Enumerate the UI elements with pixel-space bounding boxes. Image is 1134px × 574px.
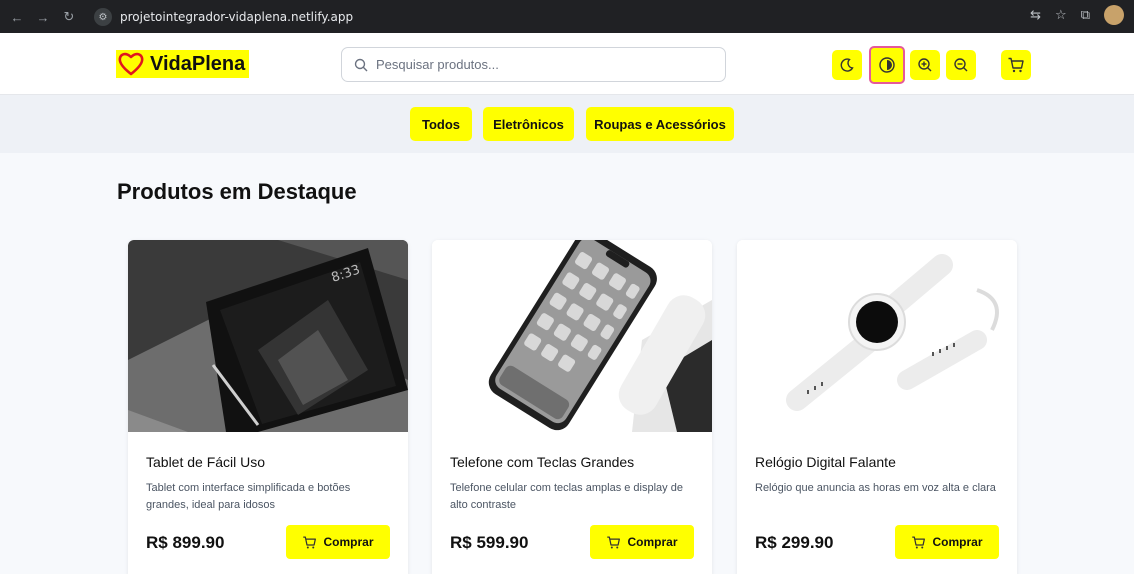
cart-button[interactable] — [1001, 50, 1031, 80]
zoom-in-icon — [918, 58, 932, 72]
browser-toolbar: ← → ↻ ⚙ projetointegrador-vidaplena.netl… — [0, 0, 1134, 33]
watch-product-image[interactable] — [737, 240, 1017, 432]
product-card: Telefone com Teclas Grandes Telefone cel… — [432, 240, 712, 574]
cart-icon — [912, 535, 926, 548]
cart-icon — [1008, 57, 1024, 73]
product-description: Relógio que anuncia as horas em voz alta… — [755, 482, 996, 494]
category-todos[interactable]: Todos — [410, 107, 472, 141]
star-icon[interactable]: ☆ — [1055, 7, 1067, 23]
category-roupas-acessorios[interactable]: Roupas e Acessórios — [586, 107, 734, 141]
buy-button[interactable]: Comprar — [590, 525, 694, 559]
tablet-product-image[interactable]: 8:33 — [128, 240, 408, 432]
search-icon — [354, 58, 368, 71]
url-text: projetointegrador-vidaplena.netlify.app — [120, 10, 354, 24]
cart-icon — [607, 535, 621, 548]
moon-icon — [840, 58, 854, 72]
product-price: R$ 899.90 — [146, 533, 225, 552]
profile-avatar[interactable] — [1104, 5, 1124, 25]
search-box[interactable] — [341, 47, 726, 82]
dark-mode-button[interactable] — [832, 50, 862, 80]
product-card: Relógio Digital Falante Relógio que anun… — [737, 240, 1017, 574]
section-title: Produtos em Destaque — [117, 179, 357, 204]
translate-icon[interactable]: ⇆ — [1030, 7, 1041, 23]
zoom-out-button[interactable] — [946, 50, 976, 80]
forward-icon[interactable]: → — [32, 6, 54, 28]
buy-button-label: Comprar — [627, 535, 678, 549]
phone-product-image[interactable] — [432, 240, 712, 432]
extensions-icon[interactable]: ⧉ — [1081, 7, 1090, 23]
zoom-out-icon — [954, 58, 968, 72]
contrast-icon — [879, 57, 895, 73]
product-description: Tablet com interface simplificada e botõ… — [146, 482, 351, 511]
category-bar: Todos Eletrônicos Roupas e Acessórios — [0, 95, 1134, 153]
buy-button[interactable]: Comprar — [895, 525, 999, 559]
site-info-icon[interactable]: ⚙ — [94, 8, 112, 26]
brand-name: VidaPlena — [150, 52, 246, 75]
site-header: VidaPlena — [0, 33, 1134, 95]
product-price: R$ 299.90 — [755, 533, 834, 552]
product-card: 8:33 Tablet de Fácil Uso Tablet com inte… — [128, 240, 408, 574]
product-price: R$ 599.90 — [450, 533, 529, 552]
high-contrast-button[interactable] — [869, 46, 905, 84]
category-eletronicos[interactable]: Eletrônicos — [483, 107, 574, 141]
brand-logo[interactable]: VidaPlena — [116, 50, 250, 78]
reload-icon[interactable]: ↻ — [58, 6, 80, 28]
buy-button-label: Comprar — [932, 535, 983, 549]
product-name: Tablet de Fácil Uso — [146, 454, 266, 470]
product-name: Relógio Digital Falante — [755, 454, 896, 470]
back-icon[interactable]: ← — [6, 6, 28, 28]
cart-icon — [303, 535, 317, 548]
product-description: Telefone celular com teclas amplas e dis… — [450, 482, 683, 511]
buy-button[interactable]: Comprar — [286, 525, 390, 559]
zoom-in-button[interactable] — [910, 50, 940, 80]
search-input[interactable] — [376, 57, 696, 72]
product-name: Telefone com Teclas Grandes — [450, 454, 635, 470]
address-bar[interactable]: ⚙ projetointegrador-vidaplena.netlify.ap… — [94, 6, 1094, 28]
buy-button-label: Comprar — [323, 535, 374, 549]
heart-icon — [118, 52, 144, 76]
